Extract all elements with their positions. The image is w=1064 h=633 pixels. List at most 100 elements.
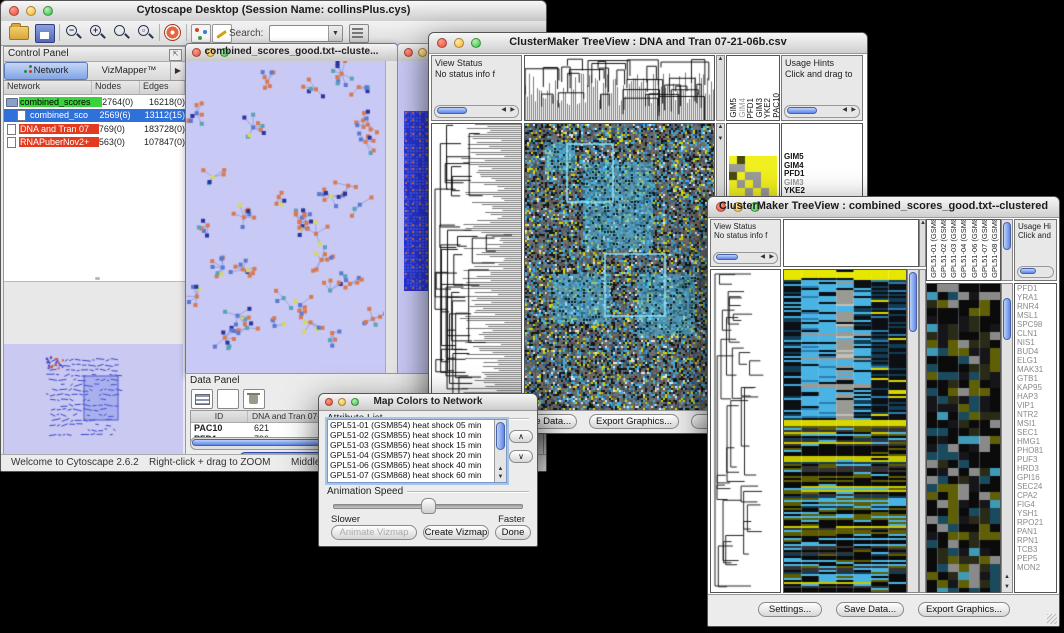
column-dendrogram[interactable] [524, 55, 715, 121]
gene-label[interactable]: PAN1 [1017, 527, 1056, 536]
close-button[interactable] [404, 48, 413, 57]
attribute-listbox[interactable]: ▲ ▼ GPL51-01 (GSM854) heat shock 05 min G… [327, 419, 507, 483]
heatmap-main[interactable] [783, 269, 907, 593]
network-table-row[interactable]: combined_sco 2569(6) 13112(15) [4, 109, 185, 123]
scroll-right-icon[interactable]: ▶ [769, 253, 774, 262]
array-label[interactable]: GPL51-03 (GSM856) [949, 219, 959, 278]
vizmapper-icon[interactable] [191, 24, 211, 43]
gene-label[interactable]: MON2 [1017, 563, 1056, 572]
tab-overflow-arrow[interactable]: ▶ [171, 62, 185, 80]
attribute-list-item[interactable]: GPL51-04 (GSM857) heat shock 20 min [328, 450, 506, 460]
array-label[interactable]: GIM3 [755, 98, 764, 118]
heatmap-canvas[interactable] [525, 124, 714, 410]
scroll-down-icon[interactable]: ▼ [1002, 584, 1012, 590]
zoom-heatmap[interactable] [926, 283, 1001, 593]
gene-label[interactable]: NIS1 [1017, 338, 1056, 347]
treeview2-titlebar[interactable]: ClusterMaker TreeView : combined_scores_… [708, 197, 1059, 218]
array-label[interactable]: YKE2 [763, 98, 772, 118]
float-panel-icon[interactable]: ⇱ [169, 49, 182, 61]
save-data-button[interactable]: Save Data... [836, 602, 904, 617]
scroll-down-icon[interactable]: ▼ [495, 474, 506, 480]
listbox-scrollbar[interactable]: ▲ ▼ [494, 420, 506, 482]
gene-label[interactable]: RNR4 [1017, 302, 1056, 311]
array-label[interactable]: PFD1 [746, 98, 755, 118]
view-status-scrollbar[interactable]: ◀▶ [434, 105, 519, 118]
dense-network-canvas[interactable] [404, 111, 430, 291]
network-graph-canvas[interactable] [186, 61, 384, 371]
gene-label[interactable]: MAK31 [1017, 365, 1056, 374]
attribute-list-item[interactable]: GPL51-07 (GSM868) heat shock 60 min [328, 470, 506, 480]
scrollbar-thumb[interactable] [909, 272, 917, 332]
animate-vizmap-button[interactable]: Animate Vizmap [331, 525, 417, 540]
gene-label[interactable]: ELG1 [1017, 356, 1056, 365]
array-label[interactable]: GPL51-06 (GSM865) [970, 219, 980, 278]
open-folder-icon[interactable] [9, 26, 29, 40]
array-label[interactable]: GIM5 [729, 98, 738, 118]
settings-button[interactable]: Settings... [758, 602, 822, 617]
network-canvas-area[interactable] [186, 61, 397, 374]
column-scroll-strip[interactable]: ▲ [716, 55, 725, 121]
network-table-row[interactable]: RNAPuberNov2+ 563(0) 107847(0) [4, 136, 185, 150]
scrollbar-thumb[interactable] [787, 107, 817, 114]
attribute-list-item[interactable]: GPL51-06 (GSM865) heat shock 40 min [328, 460, 506, 470]
scrollbar-thumb[interactable] [496, 422, 505, 450]
heatmap-vscrollbar[interactable] [907, 269, 919, 593]
chevron-down-icon[interactable]: ▼ [328, 26, 342, 41]
gene-label[interactable]: TCB3 [1017, 545, 1056, 554]
tab-vizmapper[interactable]: VizMapper™ [88, 62, 171, 80]
gene-label[interactable]: RPO21 [1017, 518, 1056, 527]
column-dendrogram-empty[interactable] [783, 219, 919, 267]
attribute-browser-icon[interactable] [349, 24, 369, 43]
column-dendrogram-canvas[interactable] [525, 56, 714, 120]
cytoscape-titlebar[interactable]: Cytoscape Desktop (Session Name: collins… [1, 1, 546, 22]
scroll-right-icon[interactable]: ▶ [851, 106, 856, 115]
gene-label[interactable]: HAP3 [1017, 392, 1056, 401]
gene-label[interactable]: CPA2 [1017, 491, 1056, 500]
usage-hints-scrollbar[interactable]: ◀▶ [784, 105, 860, 118]
gene-list-scrollbar[interactable]: ▲ ▼ [1001, 283, 1013, 593]
usage-hints-scrollbar[interactable] [1017, 266, 1054, 278]
new-attribute-icon[interactable] [217, 389, 239, 409]
dialog-titlebar[interactable]: Map Colors to Network [319, 394, 537, 411]
speed-slider[interactable] [319, 498, 537, 514]
resize-grip[interactable] [1047, 614, 1057, 624]
tab-network[interactable]: Network [4, 62, 88, 80]
scroll-up-icon[interactable]: ▲ [495, 466, 506, 472]
network-table-row[interactable]: combined_scores 2764(0) 16218(0) [4, 95, 185, 109]
delete-attribute-icon[interactable] [243, 389, 265, 409]
gene-label[interactable]: KAP95 [1017, 383, 1056, 392]
gene-label[interactable]: SPC98 [1017, 320, 1056, 329]
row-dendrogram-canvas[interactable] [432, 124, 521, 410]
gene-label[interactable]: MSL1 [1017, 311, 1056, 320]
scroll-up-icon[interactable]: ▲ [1002, 574, 1012, 580]
scroll-left-icon[interactable]: ◀ [842, 106, 847, 115]
save-icon[interactable] [35, 24, 55, 43]
attribute-list-item[interactable]: GPL51-01 (GSM854) heat shock 05 min [328, 420, 506, 430]
scrollbar-thumb[interactable] [1020, 268, 1036, 274]
gene-label[interactable]: PHO81 [1017, 446, 1056, 455]
gene-label[interactable]: MSI1 [1017, 419, 1056, 428]
gene-label[interactable]: GTB1 [1017, 374, 1056, 383]
array-label[interactable]: GPL51-02 (GSM855) [939, 219, 949, 278]
splitter-grip[interactable] [95, 277, 100, 280]
network-table-row[interactable]: DNA and Tran 07 769(0) 183728(0) [4, 122, 185, 136]
scrollbar-thumb[interactable] [1003, 298, 1011, 340]
gene-label[interactable]: YRA1 [1017, 293, 1056, 302]
view-status-scrollbar[interactable]: ◀▶ [713, 252, 778, 264]
array-label[interactable]: GPL51-01 (GSM854) [929, 219, 939, 278]
create-vizmap-button[interactable]: Create Vizmap [423, 525, 489, 540]
array-label[interactable]: GIM4 [738, 98, 747, 118]
gene-label[interactable]: BUD4 [1017, 347, 1056, 356]
gene-label[interactable]: HRD3 [1017, 464, 1056, 473]
done-button[interactable]: Done [495, 525, 531, 540]
zoom-heatmap-canvas[interactable] [927, 284, 1000, 592]
column-scroll-strip[interactable]: ▲ [919, 219, 926, 267]
row-scroll-strip[interactable] [919, 269, 926, 593]
row-dendrogram[interactable] [710, 269, 781, 593]
array-label[interactable]: GPL51-07 (GSM868) [980, 219, 990, 278]
select-attributes-icon[interactable] [191, 389, 213, 409]
row-dendrogram[interactable] [431, 123, 522, 411]
gene-label[interactable]: RPN1 [1017, 536, 1056, 545]
array-label[interactable]: PAC10 [772, 93, 781, 118]
array-label[interactable]: GPL51-04 (GSM857) [959, 219, 969, 278]
